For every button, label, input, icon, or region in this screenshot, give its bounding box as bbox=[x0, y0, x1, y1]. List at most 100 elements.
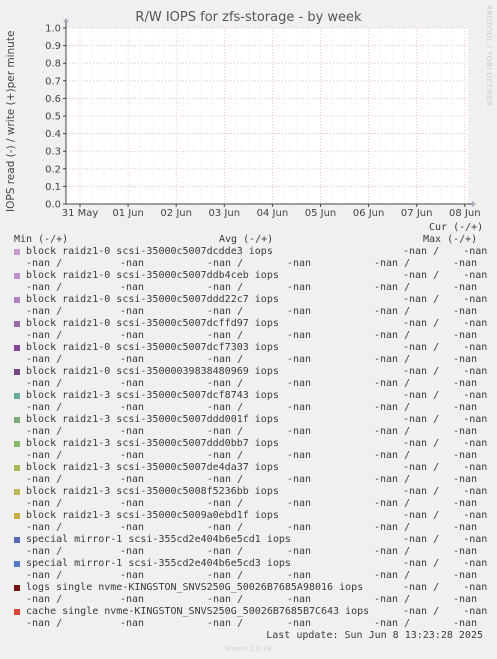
legend-item-max: -nan bbox=[453, 618, 478, 629]
legend-item-values: -nan / -nan -nan / -nan -nan / -nan bbox=[0, 330, 497, 342]
x-tick-label: 06 Jun bbox=[353, 208, 385, 219]
legend-item-max: -nan bbox=[453, 474, 478, 485]
legend-item-label: block raidz1-0 scsi-35000c5007dcffd97 io… bbox=[26, 318, 279, 329]
legend-item-avg: -nan bbox=[287, 570, 312, 581]
legend-item-min: -nan bbox=[120, 594, 145, 605]
y-tick-label: 1.0 bbox=[45, 24, 61, 35]
legend-swatch bbox=[14, 249, 20, 255]
legend-item-max: -nan / bbox=[374, 474, 411, 485]
legend-swatch bbox=[14, 417, 20, 423]
legend-item-avg: -nan bbox=[287, 306, 312, 317]
legend-item-values: -nan / -nan -nan / -nan -nan / -nan bbox=[0, 306, 497, 318]
legend: Cur (-/+) Min (-/+) Avg (-/+) Max (-/+) … bbox=[0, 222, 497, 630]
legend-item-min: -nan bbox=[120, 426, 145, 437]
legend-item-avg: -nan / bbox=[207, 570, 244, 581]
legend-item-max: -nan / bbox=[374, 330, 411, 341]
legend-item-avg: -nan / bbox=[207, 258, 244, 269]
legend-item-avg: -nan / bbox=[207, 546, 244, 557]
legend-swatch bbox=[14, 345, 20, 351]
legend-item-values: -nan / -nan -nan / -nan -nan / -nan bbox=[0, 426, 497, 438]
legend-item-max: -nan / bbox=[374, 378, 411, 389]
legend-item-label: block raidz1-3 scsi-35000c5008f5236bb io… bbox=[26, 486, 279, 497]
legend-item-label: block raidz1-3 scsi-35000c5007de4da37 io… bbox=[26, 462, 279, 473]
legend-item-min: -nan bbox=[120, 354, 145, 365]
legend-item-avg: -nan bbox=[287, 258, 312, 269]
legend-item-max: -nan bbox=[453, 258, 478, 269]
legend-item-values: -nan / -nan -nan / -nan -nan / -nan bbox=[0, 474, 497, 486]
x-axis-arrow bbox=[472, 201, 476, 207]
legend-item-cur: -nan / -nan bbox=[403, 294, 488, 305]
y-tick-label: 0.0 bbox=[45, 200, 61, 211]
legend-item-label: cache single nvme-KINGSTON_SNVS250G_5002… bbox=[26, 606, 370, 617]
legend-item-label: block raidz1-3 scsi-35000c5009a0ebd1f io… bbox=[26, 510, 279, 521]
legend-item: cache single nvme-KINGSTON_SNVS250G_5002… bbox=[0, 606, 497, 618]
legend-item-max: -nan bbox=[453, 402, 478, 413]
legend-item-min: -nan / bbox=[26, 450, 63, 461]
legend-item: block raidz1-3 scsi-35000c5007ddd001f io… bbox=[0, 414, 497, 426]
legend-header-min: Min (-/+) bbox=[14, 234, 69, 245]
legend-item-avg: -nan / bbox=[207, 474, 244, 485]
legend-item-max: -nan / bbox=[374, 402, 411, 413]
legend-item-min: -nan bbox=[120, 450, 145, 461]
legend-item-cur: -nan / -nan bbox=[403, 270, 488, 281]
legend-item-avg: -nan bbox=[287, 450, 312, 461]
legend-item-label: block raidz1-0 scsi-35000c5007ddd22c7 io… bbox=[26, 294, 279, 305]
legend-item-max: -nan / bbox=[374, 282, 411, 293]
legend-item-max: -nan bbox=[453, 330, 478, 341]
legend-item-max: -nan / bbox=[374, 618, 411, 629]
y-tick-label: 0.7 bbox=[45, 76, 61, 87]
legend-item-values: -nan / -nan -nan / -nan -nan / -nan bbox=[0, 522, 497, 534]
legend-item-cur: -nan / -nan bbox=[403, 606, 488, 617]
legend-header-cur-row: Cur (-/+) bbox=[0, 222, 497, 234]
legend-item: block raidz1-3 scsi-35000c5008f5236bb io… bbox=[0, 486, 497, 498]
y-tick-label: 0.6 bbox=[45, 94, 61, 105]
legend-swatch bbox=[14, 273, 20, 279]
legend-item-min: -nan bbox=[120, 378, 145, 389]
legend-item-min: -nan bbox=[120, 474, 145, 485]
legend-item-avg: -nan bbox=[287, 474, 312, 485]
legend-item: block raidz1-0 scsi-35000039838480969 io… bbox=[0, 366, 497, 378]
legend-swatch bbox=[14, 297, 20, 303]
legend-item-values: -nan / -nan -nan / -nan -nan / -nan bbox=[0, 498, 497, 510]
chart-svg: 0.0 0.1 0.2 0.3 0.4 0.5 0.6 0.7 0.8 0.9 1.0 31 May 0… bbox=[45, 18, 481, 219]
legend-item-avg: -nan bbox=[287, 618, 312, 629]
legend-item-max: -nan / bbox=[374, 354, 411, 365]
legend-swatch bbox=[14, 489, 20, 495]
legend-item-values: -nan / -nan -nan / -nan -nan / -nan bbox=[0, 450, 497, 462]
legend-item-min: -nan bbox=[120, 306, 145, 317]
legend-item: block raidz1-0 scsi-35000c5007dcf7303 io… bbox=[0, 342, 497, 354]
x-tick-label: 05 Jun bbox=[305, 208, 337, 219]
legend-item-cur: -nan / -nan bbox=[403, 342, 488, 353]
legend-swatch bbox=[14, 513, 20, 519]
legend-item-avg: -nan / bbox=[207, 618, 244, 629]
legend-item-avg: -nan / bbox=[207, 330, 244, 341]
y-tick-label: 0.4 bbox=[45, 129, 61, 140]
legend-item-label: block raidz1-0 scsi-35000c5007ddb4ceb io… bbox=[26, 270, 279, 281]
legend-item-cur: -nan / -nan bbox=[403, 558, 488, 569]
legend-item-cur: -nan / -nan bbox=[403, 462, 488, 473]
y-tick-label: 0.8 bbox=[45, 59, 61, 70]
legend-swatch bbox=[14, 321, 20, 327]
legend-item-avg: -nan bbox=[287, 378, 312, 389]
legend-item-min: -nan / bbox=[26, 378, 63, 389]
legend-header-avg: Avg (-/+) bbox=[219, 234, 274, 245]
legend-item-avg: -nan / bbox=[207, 498, 244, 509]
legend-item-min: -nan bbox=[120, 330, 145, 341]
legend-item-min: -nan / bbox=[26, 306, 63, 317]
legend-item-min: -nan bbox=[120, 282, 145, 293]
legend-item: block raidz1-0 scsi-35000c5007dcdde3 iop… bbox=[0, 246, 497, 258]
legend-item-values: -nan / -nan -nan / -nan -nan / -nan bbox=[0, 618, 497, 630]
legend-item-min: -nan bbox=[120, 402, 145, 413]
legend-item-label: block raidz1-0 scsi-35000c5007dcf7303 io… bbox=[26, 342, 279, 353]
legend-item-min: -nan / bbox=[26, 258, 63, 269]
legend-item-avg: -nan / bbox=[207, 402, 244, 413]
legend-item-cur: -nan / -nan bbox=[403, 366, 488, 377]
legend-item-min: -nan bbox=[120, 546, 145, 557]
legend-item-min: -nan bbox=[120, 618, 145, 629]
x-tick-label: 04 Jun bbox=[257, 208, 289, 219]
legend-header-cur: Cur (-/+) bbox=[429, 222, 484, 233]
legend-item-min: -nan bbox=[120, 498, 145, 509]
legend-item-avg: -nan bbox=[287, 330, 312, 341]
legend-item-max: -nan bbox=[453, 378, 478, 389]
legend-item-min: -nan / bbox=[26, 426, 63, 437]
